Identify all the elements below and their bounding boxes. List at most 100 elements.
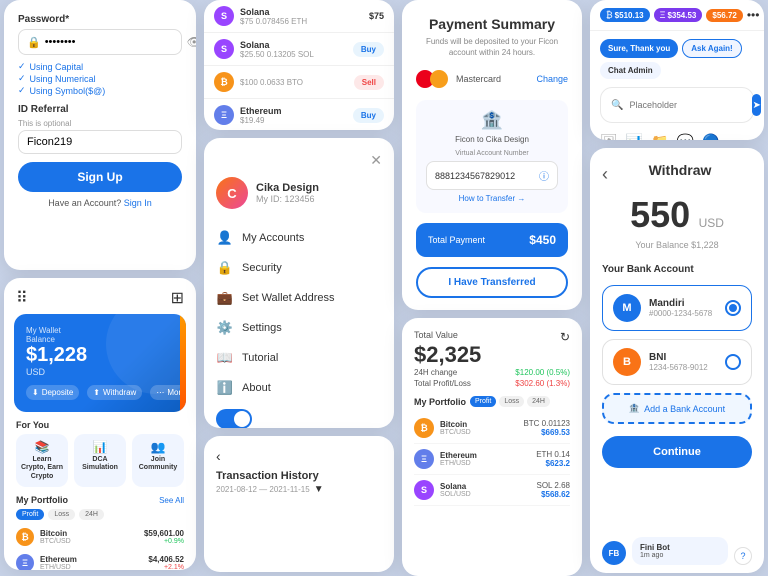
menu-item-wallet-address[interactable]: 💼 Set Wallet Address — [216, 283, 382, 313]
eye-icon[interactable]: 👁 — [187, 35, 196, 49]
referral-label: ID Referral — [18, 104, 182, 115]
bitcoin-change: +0.9% — [144, 538, 184, 545]
refresh-icon[interactable]: ↻ — [560, 330, 570, 344]
mp-tabs: Profit Loss 24H — [470, 396, 550, 407]
plus-icon: 🏦 — [629, 403, 640, 414]
lock-icon: 🔒 — [27, 36, 41, 49]
bank-mandiri[interactable]: M Mandiri #0000-1234-5678 — [602, 285, 752, 331]
bitcoin-icon: ₿ — [16, 528, 34, 546]
image-icon[interactable]: 🖼 — [600, 133, 618, 140]
txn-back-button[interactable]: ‹ — [216, 448, 382, 464]
bank-bni[interactable]: B BNI 1234-5678-9012 — [602, 339, 752, 385]
tab-loss[interactable]: Loss — [48, 509, 75, 520]
price-row-2: ₿ $100 0.0633 BTO Sell — [204, 66, 394, 99]
security-icon: 🔒 — [216, 260, 234, 276]
recipient-label: Ficon to Cika Design — [426, 135, 558, 144]
menu-item-settings[interactable]: ⚙️ Settings — [216, 313, 382, 343]
my-portfolio-header: My Portfolio Profit Loss 24H — [414, 396, 570, 407]
signup-button[interactable]: Sign Up — [18, 162, 182, 192]
for-you-item-dca[interactable]: 📊 DCA Simulation — [74, 434, 126, 487]
deposite-btn[interactable]: ⬇ Deposite — [26, 385, 79, 400]
solana-icon-0: S — [214, 6, 234, 26]
menu-item-tutorial[interactable]: 📖 Tutorial — [216, 343, 382, 373]
how-to-transfer-link[interactable]: How to Transfer → — [426, 194, 558, 203]
password-input-wrap: 🔒 👁 — [18, 29, 182, 55]
change-method-link[interactable]: Change — [536, 74, 568, 84]
chat-input-row: 🔍 ➤ — [600, 87, 754, 123]
fini-bot-avatar: FB — [602, 541, 626, 565]
password-input[interactable] — [45, 36, 187, 48]
user-menu-panel: ✕ C Cika Design My ID: 123456 👤 My Accou… — [204, 138, 394, 428]
continue-button[interactable]: Continue — [602, 436, 752, 468]
mp-tab-profit[interactable]: Profit — [470, 396, 496, 407]
bitcoin-row: ₿ Bitcoin BTC/USD $59,601.00 +0.9% — [4, 524, 196, 550]
wallet-card: My Wallet Balance $1,228 USD ⬇ Deposite … — [14, 314, 186, 412]
buy-btn-3[interactable]: Buy — [353, 108, 384, 123]
add-bank-button[interactable]: 🏦 Add a Bank Account — [602, 393, 752, 424]
community-icon: 👥 — [136, 440, 180, 454]
chat-header-panel: ₿ $510.13 Ξ $354.53 $56.72 ••• Sure, Tha… — [590, 0, 764, 140]
payment-description: Funds will be deposited to your Ficon ac… — [416, 36, 568, 58]
tab-profit[interactable]: Profit — [16, 509, 44, 520]
total-payment-row: Total Payment $450 — [416, 223, 568, 257]
wallet-menu-icon[interactable]: ⊞ — [171, 288, 184, 308]
chat-icon-row: 🖼 📊 📁 💬 🔵 — [590, 129, 764, 140]
wallet-panel: ⠿ ⊞ My Wallet Balance $1,228 USD ⬇ Depos… — [4, 278, 196, 570]
crypto-icon[interactable]: 🔵 — [702, 133, 719, 140]
account-number-field: 8881234567829012 ⓘ — [426, 161, 558, 190]
ethereum-name: Ethereum — [40, 555, 142, 564]
account-number: 8881234567829012 — [435, 171, 515, 181]
sell-btn-2[interactable]: Sell — [354, 75, 384, 90]
search-icon: 🔍 — [611, 100, 623, 111]
chat-admin-btn[interactable]: Chat Admin — [600, 62, 661, 79]
withdraw-btn[interactable]: ⬆ Withdraw — [87, 385, 142, 400]
for-you-item-learn[interactable]: 📚 Learn Crypto, Earn Crypto — [16, 434, 68, 487]
send-button[interactable]: ➤ — [752, 94, 760, 116]
tab-24h[interactable]: 24H — [79, 509, 104, 520]
portfolio-stats: 24H change $120.00 (0.5%) Total Profit/L… — [414, 368, 570, 388]
mandiri-icon: M — [613, 294, 641, 322]
theme-toggle[interactable] — [216, 409, 252, 428]
ethereum-row: Ξ Ethereum ETH/USD $4,406.52 +2.1% — [4, 550, 196, 570]
prices-panel: S Solana $75 0.078456 ETH $75 S Solana $… — [204, 0, 394, 130]
bitcoin-pair: BTC/USD — [40, 538, 138, 545]
mp-tab-24h[interactable]: 24H — [527, 396, 550, 407]
mp-tab-loss[interactable]: Loss — [499, 396, 524, 407]
menu-item-security[interactable]: 🔒 Security — [216, 253, 382, 283]
signin-link[interactable]: Sign In — [124, 198, 152, 208]
chat-input[interactable] — [629, 100, 746, 110]
chart-icon[interactable]: 📊 — [626, 133, 643, 140]
dca-icon: 📊 — [78, 440, 122, 454]
for-you-label: For You — [4, 420, 196, 434]
close-icon[interactable]: ✕ — [216, 152, 382, 169]
menu-item-about[interactable]: ℹ️ About — [216, 373, 382, 403]
referral-optional: This is optional — [18, 119, 182, 128]
help-icon[interactable]: ? — [734, 547, 752, 565]
info-icon[interactable]: ⓘ — [539, 168, 549, 183]
buy-btn-1[interactable]: Buy — [353, 42, 384, 57]
payment-method: Mastercard Change — [416, 70, 568, 88]
menu-item-accounts[interactable]: 👤 My Accounts — [216, 223, 382, 253]
referral-input[interactable] — [18, 130, 182, 154]
message-icon[interactable]: 💬 — [677, 133, 694, 140]
for-you-item-community[interactable]: 👥 Join Community — [132, 434, 184, 487]
more-dots[interactable]: ••• — [747, 8, 760, 22]
password-label: Password* — [18, 14, 182, 25]
sure-thankyou-btn[interactable]: Sure, Thank you — [600, 39, 678, 58]
payment-title: Payment Summary — [416, 16, 568, 32]
see-all-link[interactable]: See All — [159, 496, 184, 505]
folder-icon[interactable]: 📁 — [651, 133, 668, 140]
eth-portfolio-icon: Ξ — [414, 449, 434, 469]
check-symbol: ✓ Using Symbol($@) — [18, 85, 182, 96]
portfolio-item-sol: S Solana SOL/USD SOL 2.68 $568.62 — [414, 475, 570, 506]
ask-again-btn[interactable]: Ask Again! — [682, 39, 742, 58]
filter-icon[interactable]: ▼ — [314, 484, 324, 495]
orange-bar — [180, 314, 186, 412]
bitcoin-price: $59,601.00 — [144, 529, 184, 538]
referral-section: ID Referral This is optional — [18, 104, 182, 154]
wallet-actions: ⬇ Deposite ⬆ Withdraw ⋯ More — [26, 385, 174, 400]
transferred-button[interactable]: I Have Transferred — [416, 267, 568, 298]
menu-user-name: Cika Design — [256, 182, 319, 194]
signup-panel: Password* 🔒 👁 ✓ Using Capital ✓ Using Nu… — [4, 0, 196, 270]
bni-icon: B — [613, 348, 641, 376]
